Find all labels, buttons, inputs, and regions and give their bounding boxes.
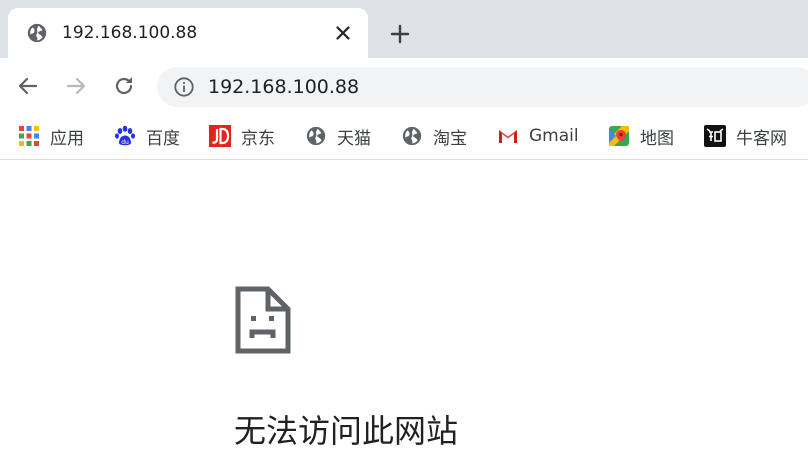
- arrow-right-icon: [66, 77, 86, 95]
- bookmark-jd[interactable]: 京东: [209, 124, 275, 149]
- baidu-paw-icon: du: [115, 125, 135, 146]
- bookmark-label: Gmail: [529, 126, 579, 146]
- nowcoder-icon: [704, 125, 726, 147]
- address-bar[interactable]: 192.168.100.88: [157, 67, 808, 107]
- bookmark-baidu[interactable]: du 百度: [114, 124, 180, 149]
- bookmark-label: 地图: [640, 128, 674, 149]
- tab-strip: 192.168.100.88: [0, 0, 808, 58]
- bookmark-taobao[interactable]: 淘宝: [401, 124, 467, 149]
- bookmark-label: 百度: [146, 128, 180, 149]
- bookmark-apps[interactable]: 应用: [18, 124, 84, 149]
- bookmark-label: 应用: [50, 128, 84, 149]
- globe-icon: [27, 23, 47, 43]
- forward-button[interactable]: [62, 72, 90, 100]
- maps-icon: [609, 126, 629, 146]
- apps-grid-icon: [19, 126, 39, 146]
- back-button[interactable]: [14, 72, 42, 100]
- bookmark-maps[interactable]: 地图: [608, 124, 674, 149]
- info-icon[interactable]: [173, 76, 195, 98]
- url-text[interactable]: 192.168.100.88: [208, 76, 359, 98]
- svg-text:du: du: [121, 139, 129, 146]
- reload-icon: [115, 77, 133, 95]
- bookmark-gmail[interactable]: Gmail: [497, 124, 579, 148]
- active-tab[interactable]: 192.168.100.88: [8, 8, 368, 58]
- tab-close-button[interactable]: [330, 20, 356, 46]
- bookmark-nowcoder[interactable]: 牛客网: [704, 124, 787, 149]
- globe-icon: [402, 126, 422, 146]
- bookmark-label: 淘宝: [433, 128, 467, 149]
- new-tab-button[interactable]: [386, 20, 414, 48]
- globe-icon: [306, 126, 326, 146]
- reload-button[interactable]: [110, 72, 138, 100]
- bookmark-label: 牛客网: [736, 128, 787, 149]
- bookmark-label: 天猫: [337, 128, 371, 149]
- bookmark-tmall[interactable]: 天猫: [305, 124, 371, 149]
- jd-logo-icon: [209, 125, 231, 147]
- error-title: 无法访问此网站: [234, 412, 459, 450]
- arrow-left-icon: [18, 77, 38, 95]
- toolbar: 192.168.100.88: [0, 58, 808, 114]
- bookmarks-bar: 应用 du 百度 京东 天猫 淘宝 Gmail 地图 牛客网: [0, 114, 808, 160]
- tab-title: 192.168.100.88: [62, 23, 198, 43]
- gmail-icon: [499, 130, 517, 143]
- sad-page-icon: [235, 286, 291, 354]
- close-icon: [336, 26, 350, 40]
- bookmark-label: 京东: [241, 128, 275, 149]
- plus-icon: [390, 24, 410, 44]
